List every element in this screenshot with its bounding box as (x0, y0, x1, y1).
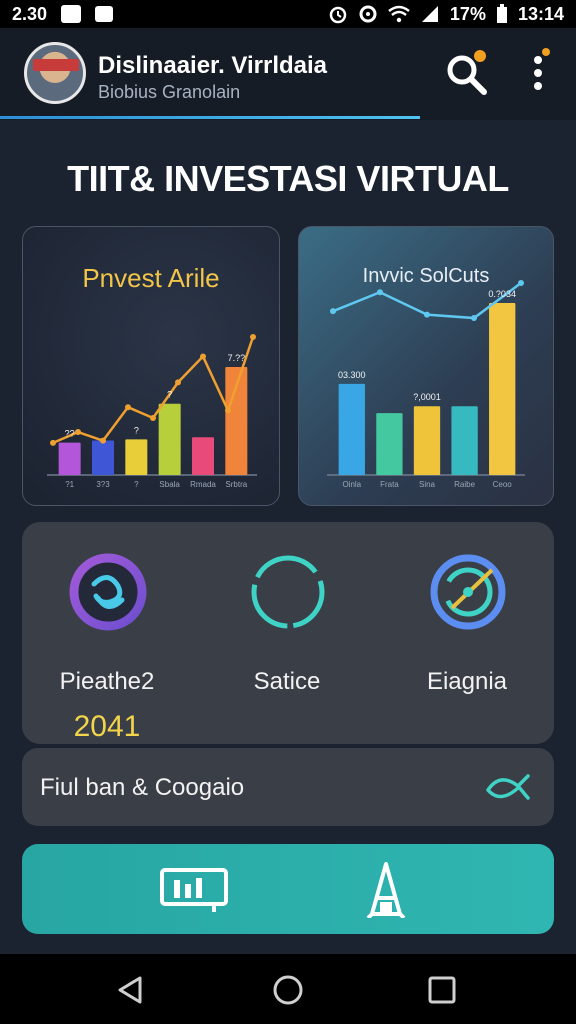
sync-icon (359, 5, 377, 23)
chart-point (330, 308, 336, 315)
chart-right: Oinla Frata Sina Raibe Ceoo 03.300 ?,0001 0.?03… (327, 280, 525, 489)
chart-bar (158, 403, 181, 475)
chart-data-label: ?,0001 (413, 392, 441, 402)
more-options-button[interactable] (524, 48, 554, 96)
list-item-row[interactable]: Fiul ban & Coogaio (22, 748, 554, 826)
home-circle-icon[interactable] (270, 972, 306, 1008)
chart-tick-label: Frata (380, 480, 399, 489)
app-title: Dislinaaier. Virrldaia (98, 52, 328, 79)
stat-label-1: Pieathe2 (59, 668, 155, 695)
swirl-ring-icon (69, 553, 147, 631)
gauge-icon (430, 554, 506, 630)
message-icon (95, 6, 114, 22)
chart-data-label: ?? (65, 429, 75, 439)
chart-tick-label: 3?3 (96, 480, 110, 489)
app-bar-underline (0, 116, 420, 119)
battery-icon (496, 4, 507, 23)
action-bar (22, 844, 554, 934)
chart-bar (451, 406, 478, 475)
chart-tick-label: Sina (419, 480, 436, 489)
notification-icon (61, 5, 82, 23)
battery-percent: 17% (449, 3, 486, 24)
stat-label-3: Eiagnia (426, 668, 508, 695)
chart-tick-label: ?1 (65, 480, 74, 489)
signal-icon (421, 6, 438, 22)
chart-bar (192, 437, 214, 475)
chart-tick-label: Ceoo (493, 480, 513, 489)
chart-data-label: ? (134, 425, 139, 435)
chart-tick-label: Raibe (454, 480, 475, 489)
chart-board-icon[interactable] (158, 862, 232, 918)
chart-point (424, 311, 430, 318)
chart-left: ?1 3?3? Sbala Rmada Srbtra?? ?? 7.?? (47, 334, 257, 489)
chart-data-label: 03.300 (338, 370, 366, 380)
avatar[interactable] (24, 42, 86, 104)
status-time-right: 13:14 (517, 3, 564, 24)
wifi-icon (388, 5, 410, 23)
chart-card-left[interactable]: Pnvest Arile ?1 3?3? Sbala Rmada Srbtra???? 7… (22, 226, 280, 506)
chart-point (175, 379, 181, 386)
page-title: TIIT& INVESTASI VIRTUAL (67, 158, 509, 199)
chart-point (250, 334, 256, 340)
search-button[interactable] (444, 50, 490, 98)
chart-data-label: 0.?034 (488, 289, 516, 299)
chart-bar (413, 406, 441, 475)
fish-icon[interactable] (484, 768, 532, 808)
stat-value-1: 2041 (73, 710, 141, 743)
chart-tick-label: Rmada (190, 480, 216, 489)
chart-point (200, 353, 206, 360)
chart-line (52, 336, 255, 444)
navigation-bar (0, 954, 576, 1024)
back-triangle-icon[interactable] (112, 972, 148, 1008)
chart-tick-label: Srbtra (225, 480, 247, 489)
chart-bar (376, 413, 403, 475)
more-vertical-icon (534, 56, 542, 90)
app-subtitle: Biobius Granolain (98, 82, 241, 102)
chart-point (471, 315, 477, 322)
chart-point (100, 437, 106, 444)
alarm-icon (329, 6, 347, 24)
list-item-label: Fiul ban & Coogaio (40, 774, 245, 801)
stat-label-2: Satice (253, 668, 321, 695)
ring-icon (251, 555, 325, 629)
chart-data-label: 7.?? (228, 353, 246, 363)
chart-point (75, 429, 81, 436)
chart-bar (58, 442, 81, 475)
recents-square-icon[interactable] (424, 972, 460, 1008)
chart-point (150, 415, 156, 421)
stats-card: Pieathe2 2041 Satice Eiagnia (22, 522, 554, 744)
chart-bar (338, 383, 365, 475)
tower-icon[interactable] (358, 862, 414, 918)
chart-bar (92, 440, 114, 475)
status-bar: 2.30 17% 13:14 (0, 0, 576, 28)
chart-card-right[interactable]: Invvic SolCuts Oinla Frata Sina Raibe Ceoo 03… (298, 226, 554, 506)
chart-point (518, 280, 524, 286)
chart-tick-label: Sbala (159, 480, 180, 489)
chart-tick-label: Oinla (342, 480, 361, 489)
status-time-left: 2.30 (12, 3, 48, 24)
more-badge (542, 48, 550, 56)
chart-point (125, 404, 131, 411)
chart-data-label: ? (167, 390, 172, 400)
search-badge (474, 50, 486, 62)
chart-bar (489, 303, 516, 475)
chart-point (50, 439, 56, 446)
chart-tick-label: ? (134, 480, 139, 489)
chart-bar (125, 439, 148, 475)
chart-point (377, 289, 383, 296)
chart-point (225, 407, 231, 414)
